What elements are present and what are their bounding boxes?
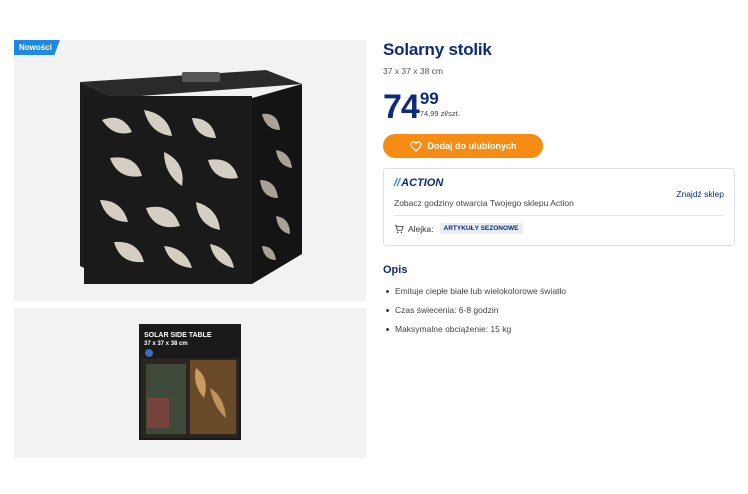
description-list: Emituje ciepłe białe lub wielokolorowe ś… — [383, 282, 735, 339]
divider — [394, 215, 724, 216]
list-item: Czas świecenia: 6-8 godzin — [383, 301, 735, 320]
add-to-favorites-label: Dodaj do ulubionych — [427, 141, 517, 151]
unit-price: 74,99 zł/szt. — [419, 109, 460, 118]
secondary-product-image[interactable]: SOLAR SIDE TABLE 37 x 37 x 38 cm — [14, 308, 366, 458]
store-hours-text: Zobacz godziny otwarcia Twojego sklepu A… — [394, 198, 574, 208]
action-logo: //ACTION — [394, 177, 444, 189]
product-box-image — [139, 324, 241, 440]
product-title: Solarny stolik — [383, 40, 492, 59]
find-store-link[interactable]: Znajdź sklep — [676, 189, 724, 199]
price-integer: 74 — [383, 88, 420, 126]
add-to-favorites-button[interactable]: Dodaj do ulubionych — [383, 134, 543, 158]
cart-icon — [394, 224, 404, 233]
list-item: Maksymalne obciążenie: 15 kg — [383, 320, 735, 339]
product-dimensions: 37 x 37 x 38 cm — [383, 66, 444, 76]
heart-icon — [409, 140, 422, 152]
aisle-label: Alejka: — [408, 223, 434, 234]
product-gallery: Nowości SOLAR SIDE TABLE 37 x 37 x 38 cm — [14, 40, 366, 458]
aisle-tag: ARTYKUŁY SEZONOWE — [439, 223, 523, 234]
list-item: Emituje ciepłe białe lub wielokolorowe ś… — [383, 282, 735, 301]
solar-table-image — [80, 70, 302, 284]
store-info-box: //ACTION Zobacz godziny otwarcia Twojego… — [383, 168, 735, 246]
price: 74 99 74,99 zł/szt. — [383, 90, 735, 126]
price-decimal: 99 — [419, 89, 439, 108]
main-product-image[interactable]: Nowości — [14, 40, 366, 301]
description-title: Opis — [383, 264, 408, 276]
box-label-line2: 37 x 37 x 38 cm — [144, 341, 188, 347]
action-logo-text: ACTION — [401, 177, 444, 189]
product-details: Solarny stolik 37 x 37 x 38 cm 74 99 74,… — [383, 40, 735, 339]
aisle-info: Alejka: ARTYKUŁY SEZONOWE — [394, 223, 523, 234]
box-label-line1: SOLAR SIDE TABLE — [144, 332, 212, 339]
